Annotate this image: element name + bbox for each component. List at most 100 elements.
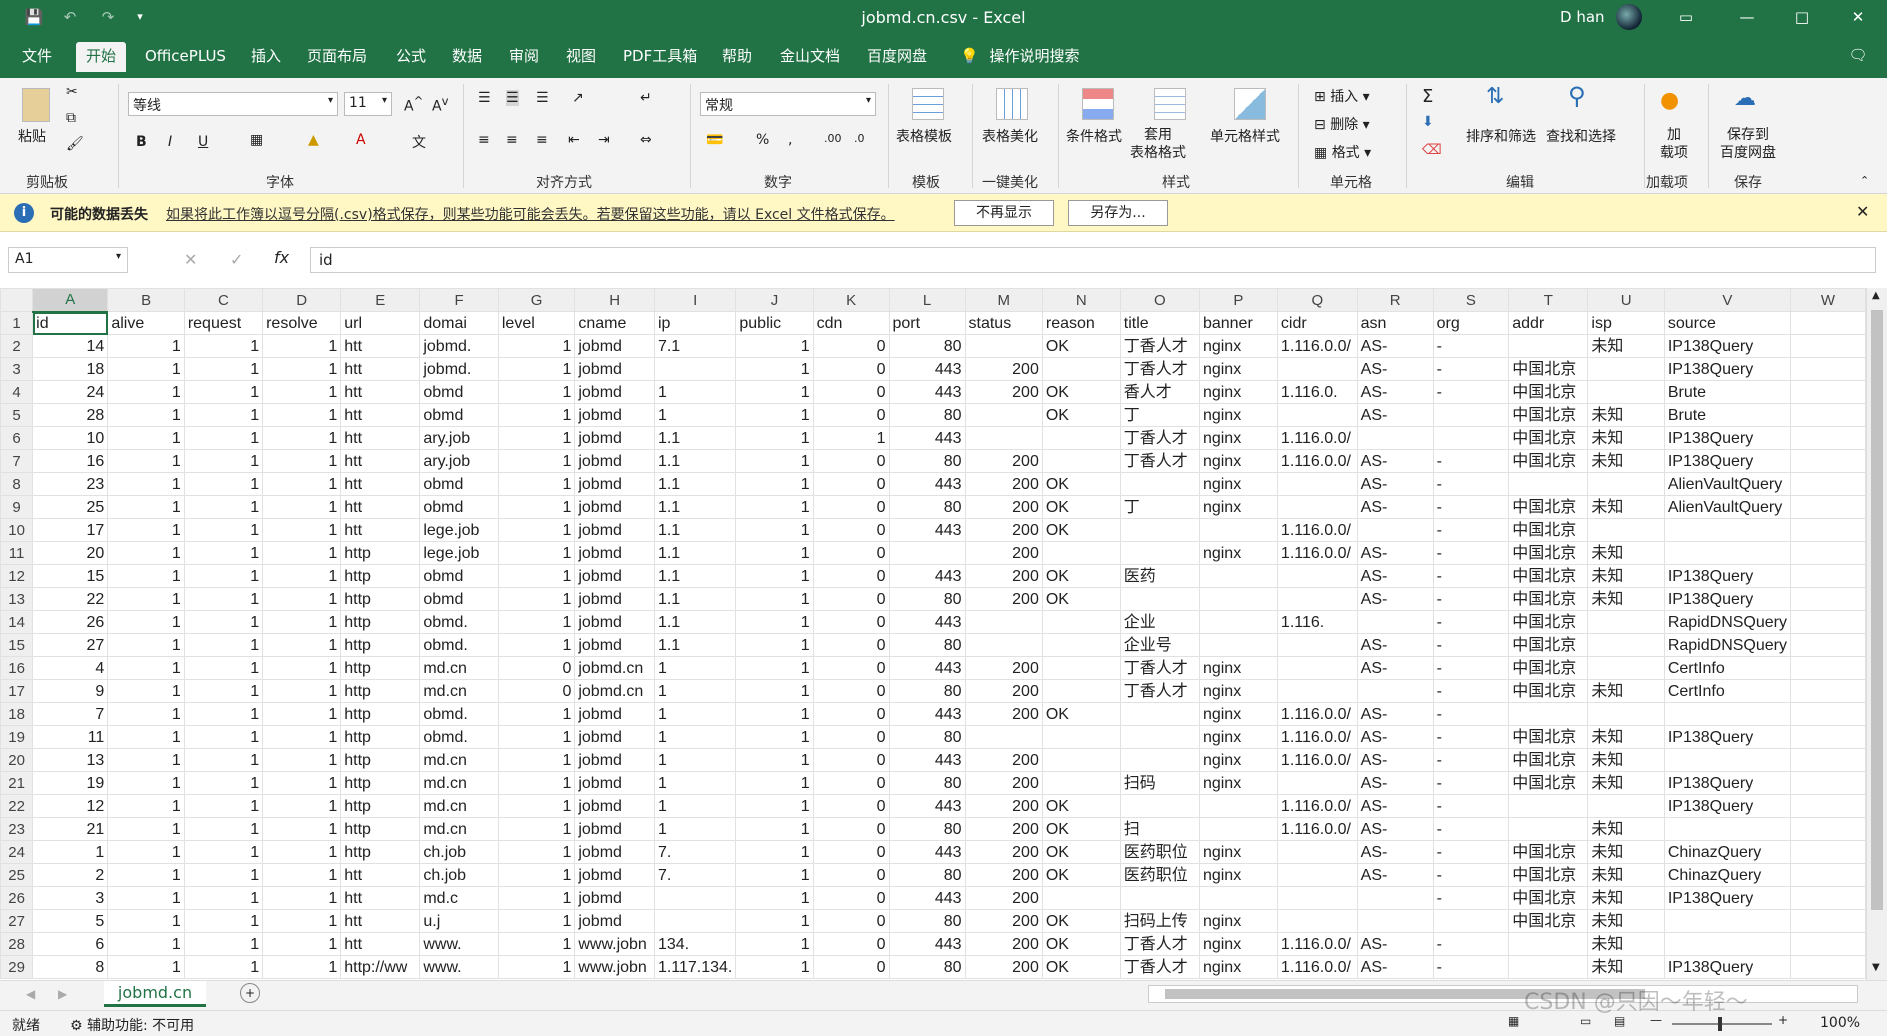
cell[interactable]: 中国北京 [1508, 771, 1589, 795]
cell[interactable]: IP138Query [1663, 771, 1791, 795]
cell-styles-icon[interactable] [1234, 88, 1266, 120]
cell[interactable]: 中国北京 [1508, 495, 1589, 519]
cell[interactable]: 0 [812, 472, 890, 496]
cell[interactable] [1508, 817, 1589, 841]
format-as-table-button[interactable]: 套用 表格格式 [1130, 126, 1186, 162]
cell[interactable]: 1 [497, 610, 576, 634]
cell[interactable]: 443 [888, 426, 966, 450]
table-template-button[interactable]: 表格模板 [896, 126, 952, 146]
cell[interactable]: 1 [653, 794, 737, 818]
cell[interactable]: 200 [964, 656, 1043, 680]
column-header[interactable]: U [1587, 288, 1665, 312]
column-header[interactable]: T [1508, 288, 1589, 312]
cell[interactable]: 1 [183, 472, 264, 496]
cell[interactable]: 200 [964, 541, 1043, 565]
row-header[interactable]: 12 [0, 564, 34, 588]
cell[interactable]: 中国北京 [1508, 380, 1589, 404]
cell[interactable]: request [183, 311, 264, 335]
cell[interactable]: IP138Query [1663, 449, 1791, 473]
cell[interactable]: 1 [107, 518, 185, 542]
cell[interactable]: 1 [735, 334, 814, 358]
cell[interactable]: 1 [183, 702, 264, 726]
cell[interactable]: 1.1 [653, 587, 737, 611]
cell[interactable]: 0 [812, 794, 890, 818]
cell[interactable]: 1 [812, 426, 890, 450]
cell[interactable]: 1 [497, 587, 576, 611]
cell[interactable] [1587, 380, 1665, 404]
cell[interactable]: 1 [262, 817, 342, 841]
tab-home[interactable]: 开始 [76, 42, 127, 72]
cell[interactable]: AS- [1356, 587, 1434, 611]
cell[interactable]: jobmd [574, 817, 655, 841]
cell[interactable]: nginx [1198, 932, 1278, 956]
cell[interactable]: 80 [888, 679, 966, 703]
cell[interactable]: 200 [964, 840, 1043, 864]
cell[interactable]: 1 [497, 380, 576, 404]
baidu-cloud-icon[interactable]: ☁ [1734, 86, 1756, 111]
cell[interactable]: 未知 [1587, 771, 1665, 795]
cell[interactable]: 1.1 [653, 472, 737, 496]
cell[interactable]: 企业号 [1119, 633, 1200, 657]
cell[interactable]: 1 [735, 909, 814, 933]
cell[interactable]: 23 [32, 472, 109, 496]
cell[interactable] [653, 886, 737, 910]
row-header[interactable]: 3 [0, 357, 34, 381]
cell[interactable]: 1 [262, 564, 342, 588]
cell[interactable]: RapidDNSQuery [1663, 610, 1791, 634]
cell[interactable]: 1 [107, 771, 185, 795]
cell[interactable]: 1 [497, 472, 576, 496]
cell[interactable]: - [1432, 725, 1510, 749]
table-beautify-button[interactable]: 表格美化 [982, 126, 1038, 146]
cell[interactable] [1276, 564, 1358, 588]
cell[interactable] [1198, 886, 1278, 910]
cell[interactable]: 扫码 [1119, 771, 1200, 795]
row-header[interactable]: 14 [0, 610, 34, 634]
cell[interactable]: 1 [262, 840, 342, 864]
cell[interactable]: 1.116.0.0/ [1276, 725, 1358, 749]
cell[interactable]: 0 [812, 886, 890, 910]
cell[interactable]: jobmd [574, 794, 655, 818]
cell[interactable]: 22 [32, 587, 109, 611]
cell[interactable]: 1 [735, 702, 814, 726]
cell[interactable]: IP138Query [1663, 564, 1791, 588]
cell[interactable] [1587, 794, 1665, 818]
cell[interactable]: 0 [812, 587, 890, 611]
cell[interactable]: obmd [419, 403, 499, 427]
cell[interactable]: 80 [888, 909, 966, 933]
cell[interactable]: 1 [183, 380, 264, 404]
cell[interactable]: http [340, 817, 421, 841]
column-header[interactable]: W [1789, 288, 1866, 312]
sort-filter-button[interactable]: 排序和筛选 [1466, 126, 1536, 146]
cell[interactable] [1789, 495, 1866, 519]
cell[interactable]: 1 [107, 656, 185, 680]
zoom-slider[interactable] [1672, 1017, 1772, 1031]
cell[interactable] [1789, 610, 1866, 634]
cell[interactable] [1041, 633, 1121, 657]
cell[interactable]: http [340, 840, 421, 864]
cell[interactable]: 14 [32, 334, 109, 358]
cell[interactable]: 443 [888, 748, 966, 772]
cell[interactable]: jobmd [574, 472, 655, 496]
cell[interactable]: 1 [262, 702, 342, 726]
tab-help[interactable]: 帮助 [722, 42, 752, 72]
dont-show-again-button[interactable]: 不再显示 [954, 200, 1054, 226]
cell[interactable]: IP138Query [1663, 886, 1791, 910]
cell[interactable] [1276, 403, 1358, 427]
cell[interactable]: 中国北京 [1508, 426, 1589, 450]
cell[interactable]: 1.1 [653, 449, 737, 473]
cell[interactable]: nginx [1198, 541, 1278, 565]
cell[interactable]: nginx [1198, 357, 1278, 381]
cell[interactable]: 200 [964, 495, 1043, 519]
cell[interactable]: 1 [183, 794, 264, 818]
cell[interactable]: jobmd [574, 886, 655, 910]
cell[interactable]: OK [1041, 817, 1121, 841]
cell[interactable]: nginx [1198, 702, 1278, 726]
cell[interactable]: obmd [419, 564, 499, 588]
cell[interactable]: 1 [653, 403, 737, 427]
cell[interactable]: 1 [653, 748, 737, 772]
cell[interactable]: IP138Query [1663, 587, 1791, 611]
cell[interactable]: 80 [888, 863, 966, 887]
cell[interactable]: 27 [32, 633, 109, 657]
add-sheet-icon[interactable]: + [240, 983, 260, 1003]
row-header[interactable]: 8 [0, 472, 34, 496]
